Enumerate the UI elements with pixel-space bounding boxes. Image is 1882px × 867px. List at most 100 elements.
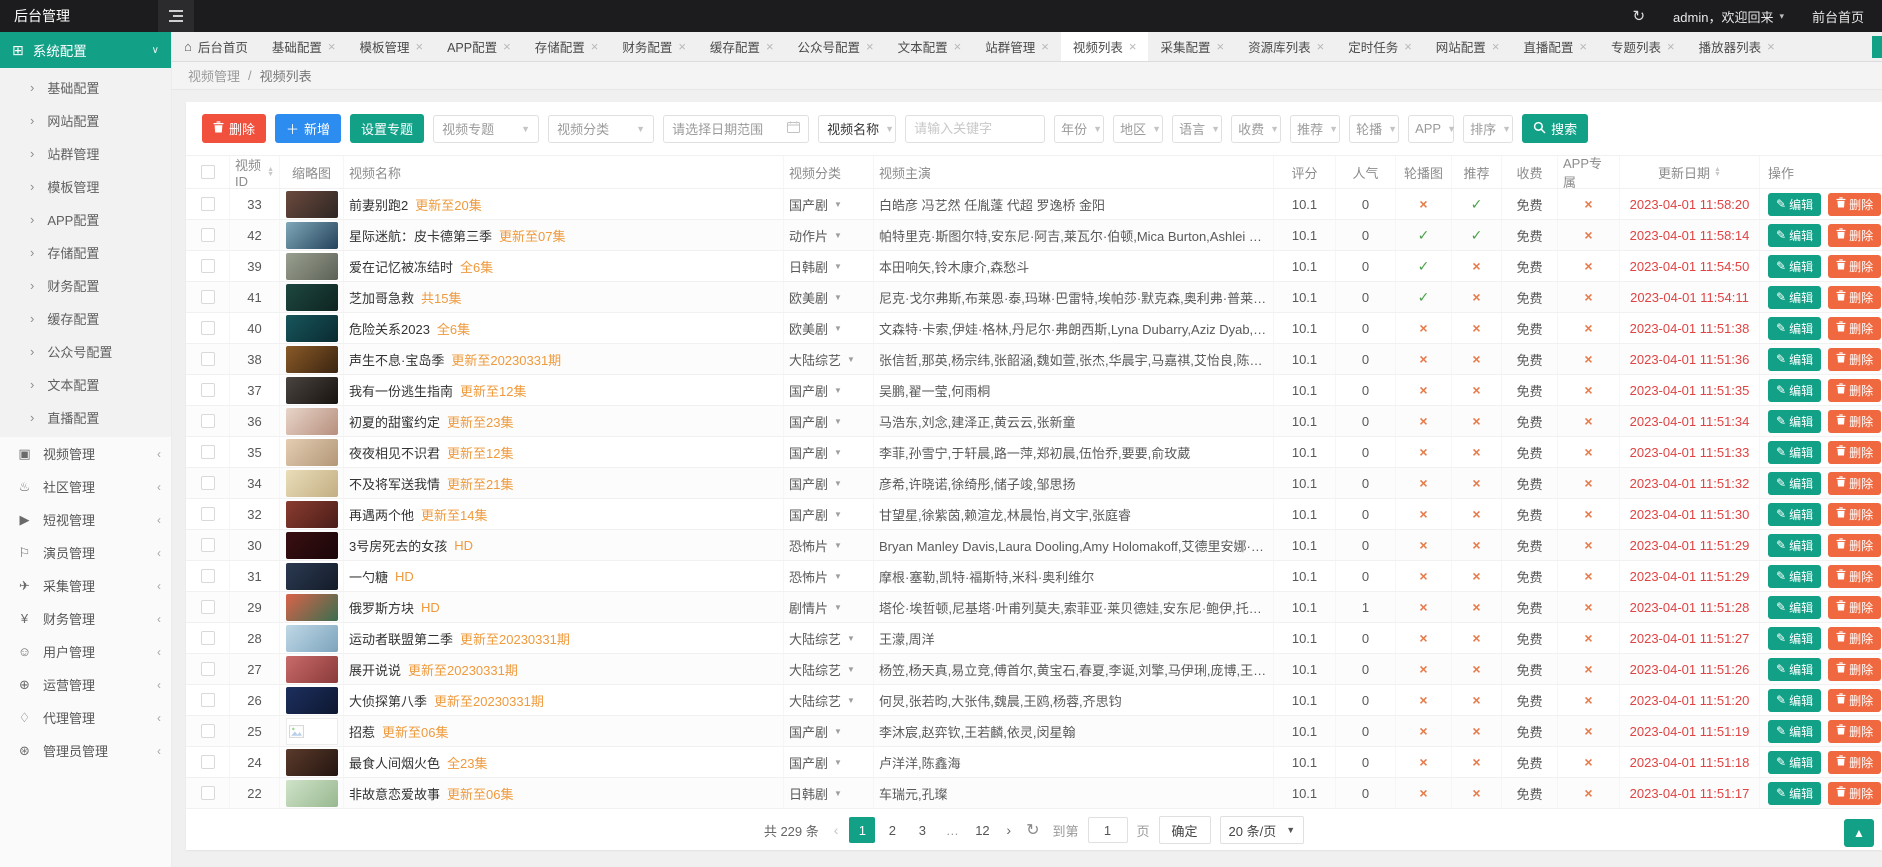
cross-icon[interactable]: ×	[1419, 692, 1427, 708]
tab[interactable]: 模板管理×	[347, 32, 435, 61]
video-topic-select[interactable]: 视频专题 ▼	[433, 115, 539, 143]
cross-icon[interactable]: ×	[1472, 444, 1480, 460]
cross-icon[interactable]: ×	[1472, 382, 1480, 398]
cross-icon[interactable]: ×	[1419, 568, 1427, 584]
sidebar-item[interactable]: ¥财务管理‹	[0, 602, 171, 635]
sidebar-item[interactable]: ▶短视管理‹	[0, 503, 171, 536]
tab[interactable]: APP配置×	[435, 32, 523, 61]
video-name[interactable]: 3号房死去的女孩	[349, 536, 447, 555]
tab[interactable]: 直播配置×	[1511, 32, 1599, 61]
cross-icon[interactable]: ×	[1419, 444, 1427, 460]
sidebar-subitem[interactable]: ›文本配置	[0, 368, 171, 401]
cross-icon[interactable]: ×	[1419, 785, 1427, 801]
sidebar-subitem[interactable]: ›缓存配置	[0, 302, 171, 335]
search-field-select[interactable]: 视频名称 ▼	[818, 115, 896, 143]
video-thumbnail[interactable]	[286, 656, 338, 683]
page-number-button[interactable]: 1	[849, 817, 875, 843]
category-cell[interactable]: 欧美剧▼	[784, 282, 874, 312]
video-name[interactable]: 星际迷航：皮卡德第三季	[349, 226, 492, 245]
breadcrumb-parent[interactable]: 视频管理	[188, 66, 240, 85]
category-cell[interactable]: 国产剧▼	[784, 499, 874, 529]
row-delete-button[interactable]: 删除	[1828, 658, 1881, 681]
video-name[interactable]: 爱在记忆被冻结时	[349, 257, 453, 276]
cross-icon[interactable]: ×	[1584, 227, 1592, 243]
edit-button[interactable]: ✎编辑	[1768, 627, 1821, 650]
category-cell[interactable]: 大陆综艺▼	[784, 344, 874, 374]
category-cell[interactable]: 日韩剧▼	[784, 778, 874, 808]
sidebar-item[interactable]: ▣视频管理‹	[0, 437, 171, 470]
video-thumbnail[interactable]	[286, 625, 338, 652]
close-icon[interactable]: ×	[1404, 40, 1412, 53]
sidebar-subitem[interactable]: ›模板管理	[0, 170, 171, 203]
video-thumbnail[interactable]	[286, 346, 338, 373]
tab[interactable]: 播放器列表×	[1687, 32, 1787, 61]
row-delete-button[interactable]: 删除	[1828, 317, 1881, 340]
row-delete-button[interactable]: 删除	[1828, 782, 1881, 805]
sidebar-subitem[interactable]: ›直播配置	[0, 401, 171, 434]
cross-icon[interactable]: ×	[1584, 258, 1592, 274]
row-checkbox[interactable]	[201, 228, 215, 242]
goto-confirm-button[interactable]: 确定	[1159, 816, 1211, 844]
select-all-checkbox[interactable]	[201, 165, 215, 179]
sidebar-group-system-config[interactable]: ⊞ 系统配置 ∨	[0, 32, 171, 68]
filter-select-收费[interactable]: 收费▼	[1231, 115, 1281, 143]
user-menu[interactable]: admin，欢迎回来 ▾	[1673, 7, 1784, 26]
edit-button[interactable]: ✎编辑	[1768, 689, 1821, 712]
sidebar-subitem[interactable]: ›财务配置	[0, 269, 171, 302]
page-number-button[interactable]: 12	[969, 817, 995, 843]
tab[interactable]: 站群管理×	[973, 32, 1061, 61]
video-thumbnail[interactable]	[286, 191, 338, 218]
video-thumbnail[interactable]	[286, 749, 338, 776]
front-site-link[interactable]: 前台首页	[1812, 7, 1864, 26]
video-name[interactable]: 俄罗斯方块	[349, 598, 414, 617]
tab[interactable]: 存储配置×	[523, 32, 611, 61]
filter-select-轮播[interactable]: 轮播▼	[1349, 115, 1399, 143]
video-thumbnail[interactable]	[286, 315, 338, 342]
sidebar-item[interactable]: ♢代理管理‹	[0, 701, 171, 734]
row-delete-button[interactable]: 删除	[1828, 348, 1881, 371]
row-checkbox[interactable]	[201, 476, 215, 490]
close-icon[interactable]: ×	[866, 40, 874, 53]
cross-icon[interactable]: ×	[1472, 413, 1480, 429]
cross-icon[interactable]: ×	[1584, 599, 1592, 615]
row-checkbox[interactable]	[201, 662, 215, 676]
edit-button[interactable]: ✎编辑	[1768, 658, 1821, 681]
close-icon[interactable]: ×	[1767, 40, 1775, 53]
cross-icon[interactable]: ×	[1419, 382, 1427, 398]
video-name[interactable]: 声生不息·宝岛季	[349, 350, 444, 369]
video-name[interactable]: 最食人间烟火色	[349, 753, 440, 772]
row-delete-button[interactable]: 删除	[1828, 286, 1881, 309]
set-topic-button[interactable]: 设置专题	[350, 114, 424, 143]
video-thumbnail[interactable]	[286, 470, 338, 497]
video-name[interactable]: 招惹	[349, 722, 375, 741]
row-checkbox[interactable]	[201, 445, 215, 459]
close-icon[interactable]: ×	[1317, 40, 1325, 53]
row-delete-button[interactable]: 删除	[1828, 410, 1881, 433]
cross-icon[interactable]: ×	[1584, 723, 1592, 739]
video-name[interactable]: 我有一份逃生指南	[349, 381, 453, 400]
row-delete-button[interactable]: 删除	[1828, 596, 1881, 619]
video-thumbnail[interactable]	[286, 377, 338, 404]
video-name[interactable]: 危险关系2023	[349, 319, 430, 338]
cross-icon[interactable]: ×	[1419, 537, 1427, 553]
check-icon[interactable]: ✓	[1471, 196, 1483, 213]
row-delete-button[interactable]: 删除	[1828, 441, 1881, 464]
filter-select-年份[interactable]: 年份▼	[1054, 115, 1104, 143]
add-button[interactable]: ＋ 新增	[275, 114, 341, 143]
row-checkbox[interactable]	[201, 197, 215, 211]
tab[interactable]: 定时任务×	[1336, 32, 1424, 61]
cross-icon[interactable]: ×	[1584, 692, 1592, 708]
row-delete-button[interactable]: 删除	[1828, 720, 1881, 743]
row-checkbox[interactable]	[201, 321, 215, 335]
sidebar-subitem[interactable]: ›站群管理	[0, 137, 171, 170]
cross-icon[interactable]: ×	[1584, 475, 1592, 491]
category-cell[interactable]: 恐怖片▼	[784, 530, 874, 560]
tab[interactable]: 专题列表×	[1599, 32, 1687, 61]
video-thumbnail[interactable]	[286, 501, 338, 528]
tab[interactable]: 视频列表×	[1061, 32, 1149, 61]
close-icon[interactable]: ×	[416, 40, 424, 53]
page-size-select[interactable]: 20 条/页 ▼	[1220, 816, 1305, 844]
row-delete-button[interactable]: 删除	[1828, 627, 1881, 650]
cross-icon[interactable]: ×	[1472, 754, 1480, 770]
check-icon[interactable]: ✓	[1418, 227, 1430, 244]
